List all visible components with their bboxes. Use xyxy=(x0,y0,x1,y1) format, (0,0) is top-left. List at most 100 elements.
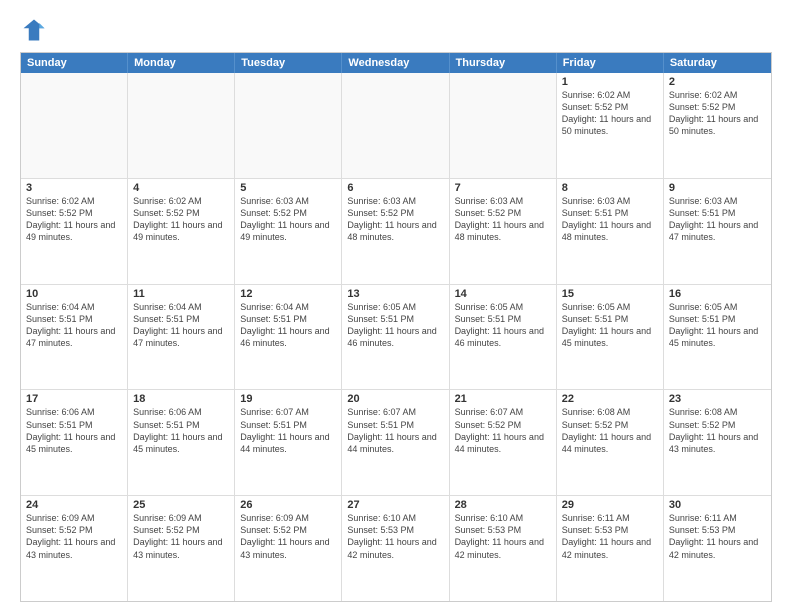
calendar-header-cell: Saturday xyxy=(664,53,771,73)
calendar-cell: 6Sunrise: 6:03 AM Sunset: 5:52 PM Daylig… xyxy=(342,179,449,284)
day-number: 28 xyxy=(455,499,551,511)
day-info: Sunrise: 6:04 AM Sunset: 5:51 PM Dayligh… xyxy=(240,301,336,350)
calendar-cell: 28Sunrise: 6:10 AM Sunset: 5:53 PM Dayli… xyxy=(450,496,557,601)
day-info: Sunrise: 6:05 AM Sunset: 5:51 PM Dayligh… xyxy=(669,301,766,350)
day-info: Sunrise: 6:03 AM Sunset: 5:51 PM Dayligh… xyxy=(669,195,766,244)
calendar-cell: 23Sunrise: 6:08 AM Sunset: 5:52 PM Dayli… xyxy=(664,390,771,495)
day-number: 23 xyxy=(669,393,766,405)
day-number: 18 xyxy=(133,393,229,405)
calendar-cell: 22Sunrise: 6:08 AM Sunset: 5:52 PM Dayli… xyxy=(557,390,664,495)
calendar-header-cell: Sunday xyxy=(21,53,128,73)
calendar-cell xyxy=(21,73,128,178)
day-info: Sunrise: 6:09 AM Sunset: 5:52 PM Dayligh… xyxy=(240,512,336,561)
day-number: 5 xyxy=(240,182,336,194)
calendar-cell: 26Sunrise: 6:09 AM Sunset: 5:52 PM Dayli… xyxy=(235,496,342,601)
calendar-cell: 10Sunrise: 6:04 AM Sunset: 5:51 PM Dayli… xyxy=(21,285,128,390)
header xyxy=(20,16,772,44)
logo-icon xyxy=(20,16,48,44)
logo xyxy=(20,16,52,44)
day-info: Sunrise: 6:03 AM Sunset: 5:52 PM Dayligh… xyxy=(347,195,443,244)
day-number: 1 xyxy=(562,76,658,88)
day-number: 14 xyxy=(455,288,551,300)
day-number: 10 xyxy=(26,288,122,300)
calendar-cell: 29Sunrise: 6:11 AM Sunset: 5:53 PM Dayli… xyxy=(557,496,664,601)
calendar-cell: 18Sunrise: 6:06 AM Sunset: 5:51 PM Dayli… xyxy=(128,390,235,495)
day-info: Sunrise: 6:07 AM Sunset: 5:51 PM Dayligh… xyxy=(347,406,443,455)
day-number: 4 xyxy=(133,182,229,194)
calendar-header-cell: Tuesday xyxy=(235,53,342,73)
day-info: Sunrise: 6:10 AM Sunset: 5:53 PM Dayligh… xyxy=(347,512,443,561)
day-info: Sunrise: 6:05 AM Sunset: 5:51 PM Dayligh… xyxy=(455,301,551,350)
calendar-row: 24Sunrise: 6:09 AM Sunset: 5:52 PM Dayli… xyxy=(21,495,771,601)
calendar-cell: 12Sunrise: 6:04 AM Sunset: 5:51 PM Dayli… xyxy=(235,285,342,390)
day-number: 24 xyxy=(26,499,122,511)
day-info: Sunrise: 6:05 AM Sunset: 5:51 PM Dayligh… xyxy=(562,301,658,350)
calendar-header-cell: Monday xyxy=(128,53,235,73)
day-number: 2 xyxy=(669,76,766,88)
day-number: 8 xyxy=(562,182,658,194)
day-info: Sunrise: 6:09 AM Sunset: 5:52 PM Dayligh… xyxy=(133,512,229,561)
calendar-cell: 16Sunrise: 6:05 AM Sunset: 5:51 PM Dayli… xyxy=(664,285,771,390)
day-number: 22 xyxy=(562,393,658,405)
day-number: 27 xyxy=(347,499,443,511)
day-info: Sunrise: 6:06 AM Sunset: 5:51 PM Dayligh… xyxy=(26,406,122,455)
day-number: 19 xyxy=(240,393,336,405)
calendar-cell: 21Sunrise: 6:07 AM Sunset: 5:52 PM Dayli… xyxy=(450,390,557,495)
day-info: Sunrise: 6:09 AM Sunset: 5:52 PM Dayligh… xyxy=(26,512,122,561)
calendar-cell: 19Sunrise: 6:07 AM Sunset: 5:51 PM Dayli… xyxy=(235,390,342,495)
calendar-row: 1Sunrise: 6:02 AM Sunset: 5:52 PM Daylig… xyxy=(21,73,771,178)
day-number: 6 xyxy=(347,182,443,194)
day-number: 13 xyxy=(347,288,443,300)
day-info: Sunrise: 6:04 AM Sunset: 5:51 PM Dayligh… xyxy=(26,301,122,350)
day-info: Sunrise: 6:02 AM Sunset: 5:52 PM Dayligh… xyxy=(562,89,658,138)
day-info: Sunrise: 6:11 AM Sunset: 5:53 PM Dayligh… xyxy=(562,512,658,561)
day-number: 16 xyxy=(669,288,766,300)
day-info: Sunrise: 6:02 AM Sunset: 5:52 PM Dayligh… xyxy=(133,195,229,244)
day-info: Sunrise: 6:10 AM Sunset: 5:53 PM Dayligh… xyxy=(455,512,551,561)
calendar-cell: 11Sunrise: 6:04 AM Sunset: 5:51 PM Dayli… xyxy=(128,285,235,390)
day-number: 30 xyxy=(669,499,766,511)
calendar-header-cell: Thursday xyxy=(450,53,557,73)
calendar-row: 10Sunrise: 6:04 AM Sunset: 5:51 PM Dayli… xyxy=(21,284,771,390)
day-info: Sunrise: 6:03 AM Sunset: 5:52 PM Dayligh… xyxy=(240,195,336,244)
day-info: Sunrise: 6:02 AM Sunset: 5:52 PM Dayligh… xyxy=(26,195,122,244)
calendar: SundayMondayTuesdayWednesdayThursdayFrid… xyxy=(20,52,772,602)
day-info: Sunrise: 6:11 AM Sunset: 5:53 PM Dayligh… xyxy=(669,512,766,561)
day-number: 3 xyxy=(26,182,122,194)
calendar-cell xyxy=(342,73,449,178)
calendar-cell: 2Sunrise: 6:02 AM Sunset: 5:52 PM Daylig… xyxy=(664,73,771,178)
day-info: Sunrise: 6:08 AM Sunset: 5:52 PM Dayligh… xyxy=(562,406,658,455)
day-number: 26 xyxy=(240,499,336,511)
calendar-cell: 24Sunrise: 6:09 AM Sunset: 5:52 PM Dayli… xyxy=(21,496,128,601)
calendar-cell: 13Sunrise: 6:05 AM Sunset: 5:51 PM Dayli… xyxy=(342,285,449,390)
day-number: 9 xyxy=(669,182,766,194)
day-info: Sunrise: 6:07 AM Sunset: 5:52 PM Dayligh… xyxy=(455,406,551,455)
calendar-cell: 8Sunrise: 6:03 AM Sunset: 5:51 PM Daylig… xyxy=(557,179,664,284)
day-info: Sunrise: 6:02 AM Sunset: 5:52 PM Dayligh… xyxy=(669,89,766,138)
calendar-cell: 14Sunrise: 6:05 AM Sunset: 5:51 PM Dayli… xyxy=(450,285,557,390)
day-info: Sunrise: 6:04 AM Sunset: 5:51 PM Dayligh… xyxy=(133,301,229,350)
calendar-cell xyxy=(450,73,557,178)
calendar-cell: 15Sunrise: 6:05 AM Sunset: 5:51 PM Dayli… xyxy=(557,285,664,390)
calendar-header-cell: Friday xyxy=(557,53,664,73)
calendar-cell: 17Sunrise: 6:06 AM Sunset: 5:51 PM Dayli… xyxy=(21,390,128,495)
calendar-row: 3Sunrise: 6:02 AM Sunset: 5:52 PM Daylig… xyxy=(21,178,771,284)
calendar-cell: 9Sunrise: 6:03 AM Sunset: 5:51 PM Daylig… xyxy=(664,179,771,284)
day-number: 12 xyxy=(240,288,336,300)
page: SundayMondayTuesdayWednesdayThursdayFrid… xyxy=(0,0,792,612)
calendar-cell xyxy=(128,73,235,178)
day-info: Sunrise: 6:05 AM Sunset: 5:51 PM Dayligh… xyxy=(347,301,443,350)
day-number: 15 xyxy=(562,288,658,300)
day-number: 25 xyxy=(133,499,229,511)
day-number: 20 xyxy=(347,393,443,405)
calendar-cell xyxy=(235,73,342,178)
calendar-cell: 4Sunrise: 6:02 AM Sunset: 5:52 PM Daylig… xyxy=(128,179,235,284)
calendar-header: SundayMondayTuesdayWednesdayThursdayFrid… xyxy=(21,53,771,73)
day-info: Sunrise: 6:06 AM Sunset: 5:51 PM Dayligh… xyxy=(133,406,229,455)
day-info: Sunrise: 6:03 AM Sunset: 5:51 PM Dayligh… xyxy=(562,195,658,244)
day-info: Sunrise: 6:08 AM Sunset: 5:52 PM Dayligh… xyxy=(669,406,766,455)
day-info: Sunrise: 6:03 AM Sunset: 5:52 PM Dayligh… xyxy=(455,195,551,244)
calendar-cell: 27Sunrise: 6:10 AM Sunset: 5:53 PM Dayli… xyxy=(342,496,449,601)
day-number: 7 xyxy=(455,182,551,194)
calendar-cell: 30Sunrise: 6:11 AM Sunset: 5:53 PM Dayli… xyxy=(664,496,771,601)
